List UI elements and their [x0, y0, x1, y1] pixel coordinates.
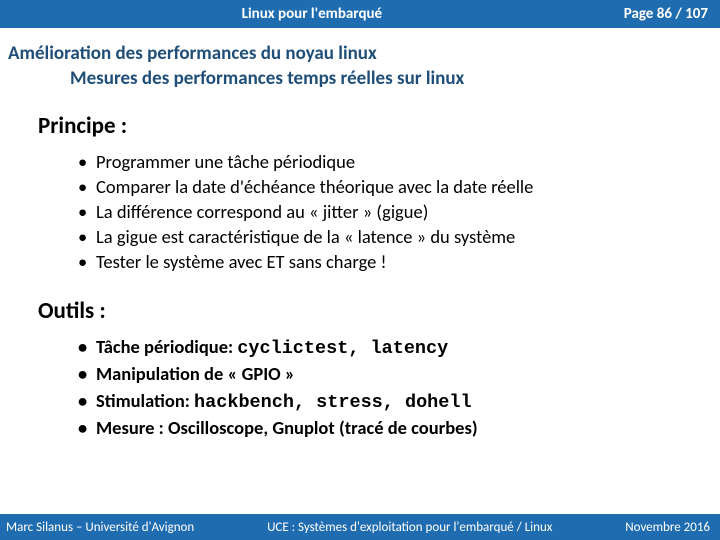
main-heading: Amélioration des performances du noyau l… [0, 28, 720, 67]
footer-bar: Marc Silanus – Université d'Avignon UCE … [0, 514, 720, 540]
list-item: La différence correspond au « jitter » (… [78, 200, 710, 225]
section-principe-title: Principe : [0, 100, 720, 146]
list-item: Manipulation de « GPIO » [78, 362, 710, 389]
list-item: Programmer une tâche périodique [78, 150, 710, 175]
outils-list: Tâche périodique: cyclictest, latency Ma… [0, 331, 720, 453]
footer-course: UCE : Systèmes d'exploitation pour l'emb… [204, 520, 615, 535]
sub-heading: Mesures des performances temps réelles s… [0, 67, 720, 100]
page-indicator: Page 86 / 107 [624, 5, 708, 23]
section-outils-title: Outils : [0, 285, 720, 331]
list-item: Tâche périodique: cyclictest, latency [78, 335, 710, 362]
footer-author: Marc Silanus – Université d'Avignon [0, 520, 204, 535]
slide-title: Linux pour l'embarqué [0, 5, 624, 23]
principe-list: Programmer une tâche périodique Comparer… [0, 146, 720, 285]
footer-date: Novembre 2016 [615, 520, 720, 535]
list-item: Tester le système avec ET sans charge ! [78, 250, 710, 275]
list-item: La gigue est caractéristique de la « lat… [78, 225, 710, 250]
list-item: Stimulation: hackbench, stress, dohell [78, 389, 710, 416]
top-bar: Linux pour l'embarqué Page 86 / 107 [0, 0, 720, 28]
list-item: Mesure : Oscilloscope, Gnuplot (tracé de… [78, 416, 710, 443]
list-item: Comparer la date d'échéance théorique av… [78, 175, 710, 200]
